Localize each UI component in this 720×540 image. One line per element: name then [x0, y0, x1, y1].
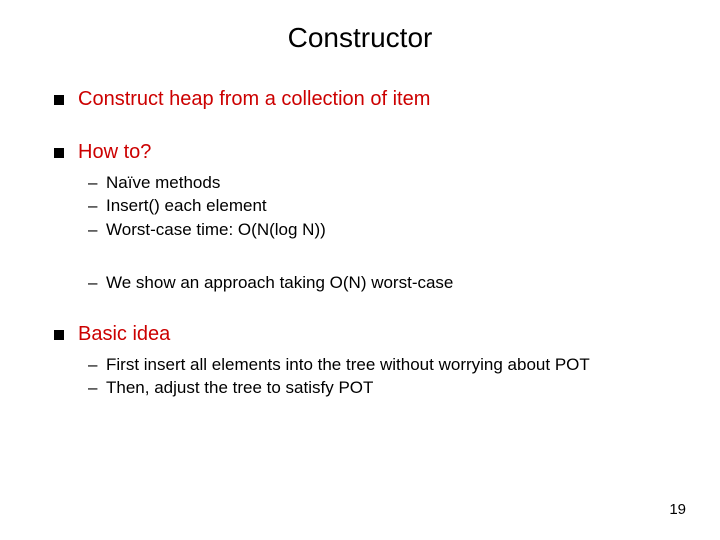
- page-number: 19: [669, 501, 686, 518]
- sub-text: First insert all elements into the tree …: [106, 355, 590, 374]
- sub-item: Worst-case time: O(N(log N)): [88, 219, 670, 240]
- sub-text: We show an approach taking O(N) worst-ca…: [106, 273, 453, 292]
- bullet-text: Basic idea: [78, 323, 170, 345]
- sub-list: Naïve methods Insert() each element Wors…: [88, 172, 670, 240]
- bullet-text: Construct heap from a collection of item: [78, 88, 430, 110]
- sub-text: Worst-case time: O(N(log N)): [106, 220, 326, 239]
- bullet-item: Construct heap from a collection of item: [50, 88, 670, 111]
- slide: Constructor Construct heap from a collec…: [0, 0, 720, 540]
- sub-item: Naïve methods: [88, 172, 670, 193]
- sub-item: Insert() each element: [88, 195, 670, 216]
- sub-text: Naïve methods: [106, 173, 220, 192]
- sub-item: We show an approach taking O(N) worst-ca…: [88, 272, 670, 293]
- sub-list: We show an approach taking O(N) worst-ca…: [88, 272, 670, 293]
- sub-text: Insert() each element: [106, 196, 267, 215]
- slide-title: Constructor: [50, 22, 670, 54]
- bullet-item: Basic idea First insert all elements int…: [50, 323, 670, 399]
- sub-text: Then, adjust the tree to satisfy POT: [106, 378, 373, 397]
- bullet-list: Construct heap from a collection of item…: [50, 88, 670, 399]
- bullet-item: How to? Naïve methods Insert() each elem…: [50, 141, 670, 293]
- spacer: [78, 242, 670, 264]
- sub-list: First insert all elements into the tree …: [88, 354, 670, 399]
- sub-item: First insert all elements into the tree …: [88, 354, 670, 375]
- bullet-text: How to?: [78, 141, 151, 163]
- sub-item: Then, adjust the tree to satisfy POT: [88, 377, 670, 398]
